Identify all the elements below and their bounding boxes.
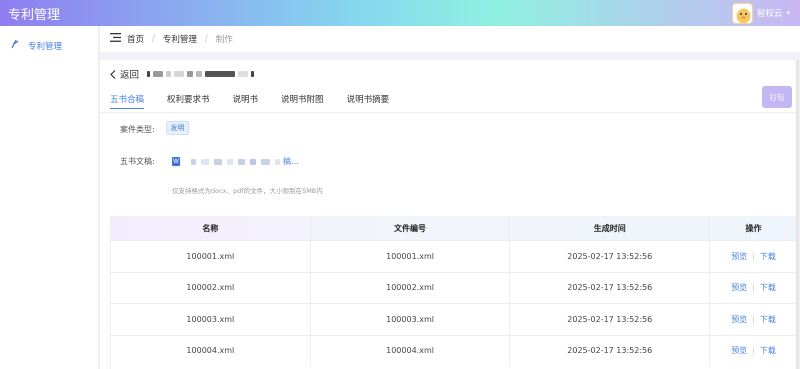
action-separator: |	[752, 314, 755, 324]
filename-tail: 稿…	[283, 157, 299, 166]
uploaded-file[interactable]: W 稿…	[172, 156, 299, 167]
upload-hint: 仅支持格式为docx、pdf的文件，大小限制在5MB内	[172, 187, 323, 195]
table-row: 100002.xml 100002.xml 2025-02-17 13:52:5…	[111, 271, 797, 304]
breadcrumb-patent[interactable]: 专利管理	[163, 33, 197, 45]
breadcrumb-current: 制作	[215, 35, 233, 45]
breadcrumb-separator: /	[152, 34, 155, 44]
main-content: 返回 五书合稿 权利要求书 说明书 说明书附图 说明书摘要 打包 案件类型: 发…	[100, 52, 800, 369]
user-menu[interactable]: 智权云 ▾	[731, 2, 790, 24]
case-type-label: 案件类型:	[120, 125, 155, 134]
header-actions: 操作	[745, 223, 762, 233]
sidebar: 专利管理	[0, 26, 99, 369]
tab-bar: 五书合稿 权利要求书 说明书 说明书附图 说明书摘要	[110, 93, 389, 109]
tab-divider	[100, 112, 797, 113]
editor-card: 返回 五书合稿 权利要求书 说明书 说明书附图 说明书摘要 打包 案件类型: 发…	[100, 60, 797, 369]
action-separator: |	[752, 346, 755, 356]
package-button[interactable]: 打包	[762, 86, 792, 108]
case-type-tag: 发明	[166, 121, 189, 135]
cell-code: 100002.xml	[311, 272, 511, 303]
sidebar-item-patent-management[interactable]: 专利管理	[10, 39, 62, 52]
cell-actions: 预览 | 下载	[710, 304, 797, 335]
cell-name: 100003.xml	[111, 304, 311, 335]
action-separator: |	[752, 251, 755, 261]
back-row: 返回	[110, 67, 255, 81]
document-label: 五书文稿:	[120, 157, 155, 166]
cell-actions: 预览 | 下载	[710, 241, 797, 272]
cell-code: 100004.xml	[311, 335, 511, 366]
cell-time: 2025-02-17 13:52:56	[510, 335, 711, 366]
cell-time: 2025-02-17 13:52:56	[510, 304, 711, 335]
back-button[interactable]: 返回	[110, 67, 139, 81]
cell-time: 2025-02-17 13:52:56	[510, 241, 711, 272]
preview-link[interactable]: 预览	[731, 251, 747, 262]
preview-link[interactable]: 预览	[731, 282, 747, 293]
table-row: 100003.xml 100003.xml 2025-02-17 13:52:5…	[111, 303, 797, 335]
back-label: 返回	[120, 70, 140, 81]
cell-actions: 预览 | 下载	[710, 273, 797, 304]
download-link[interactable]: 下载	[760, 251, 776, 262]
header-name: 名称	[111, 216, 311, 240]
app-title: 专利管理	[8, 8, 61, 23]
download-link[interactable]: 下载	[760, 282, 776, 293]
breadcrumb-separator: /	[204, 34, 208, 44]
chevron-down-icon[interactable]: ▾	[786, 9, 790, 17]
user-name[interactable]: 智权云	[757, 7, 783, 19]
breadcrumb-home[interactable]: 首页	[127, 33, 144, 45]
cell-code: 100003.xml	[311, 304, 511, 335]
download-link[interactable]: 下载	[760, 345, 776, 356]
table-header: 名称 文件编号 生成时间 操作	[111, 216, 797, 240]
download-link[interactable]: 下载	[760, 314, 776, 325]
cell-name: 100004.xml	[111, 335, 311, 366]
tab-description[interactable]: 说明书	[233, 93, 259, 109]
action-separator: |	[752, 283, 755, 293]
tab-drawings[interactable]: 说明书附图	[281, 93, 324, 109]
cell-time: 2025-02-17 13:52:56	[510, 272, 711, 303]
cell-name: 100001.xml	[111, 241, 311, 272]
top-bar: 专利管理 智权云 ▾	[0, 0, 800, 26]
header-code: 文件编号	[311, 216, 511, 240]
scrollbar[interactable]	[796, 60, 799, 369]
cell-name: 100002.xml	[111, 272, 311, 303]
table-row: 100004.xml 100004.xml 2025-02-17 13:52:5…	[111, 334, 797, 367]
tab-claims[interactable]: 权利要求书	[167, 93, 210, 109]
redacted-title	[147, 71, 255, 77]
cell-code: 100001.xml	[311, 241, 511, 272]
sidebar-item-label: 专利管理	[28, 41, 63, 52]
preview-link[interactable]: 预览	[731, 345, 747, 356]
tab-abstract[interactable]: 说明书摘要	[347, 93, 390, 109]
word-file-icon: W	[172, 157, 180, 166]
header-time: 生成时间	[510, 216, 711, 240]
redacted-filename	[191, 158, 280, 165]
table-row: 100001.xml 100001.xml 2025-02-17 13:52:5…	[111, 240, 797, 272]
menu-toggle-icon[interactable]	[110, 33, 121, 45]
chevron-left-icon	[110, 69, 116, 79]
cell-actions: 预览 | 下载	[710, 336, 797, 367]
file-table: 名称 文件编号 生成时间 操作 100001.xml 100001.xml 20…	[110, 216, 797, 369]
avatar[interactable]	[731, 2, 753, 24]
tab-combined[interactable]: 五书合稿	[110, 93, 145, 109]
preview-link[interactable]: 预览	[731, 314, 747, 325]
patent-icon	[10, 39, 20, 52]
breadcrumb: 首页 / 专利管理 / 制作	[100, 26, 800, 52]
